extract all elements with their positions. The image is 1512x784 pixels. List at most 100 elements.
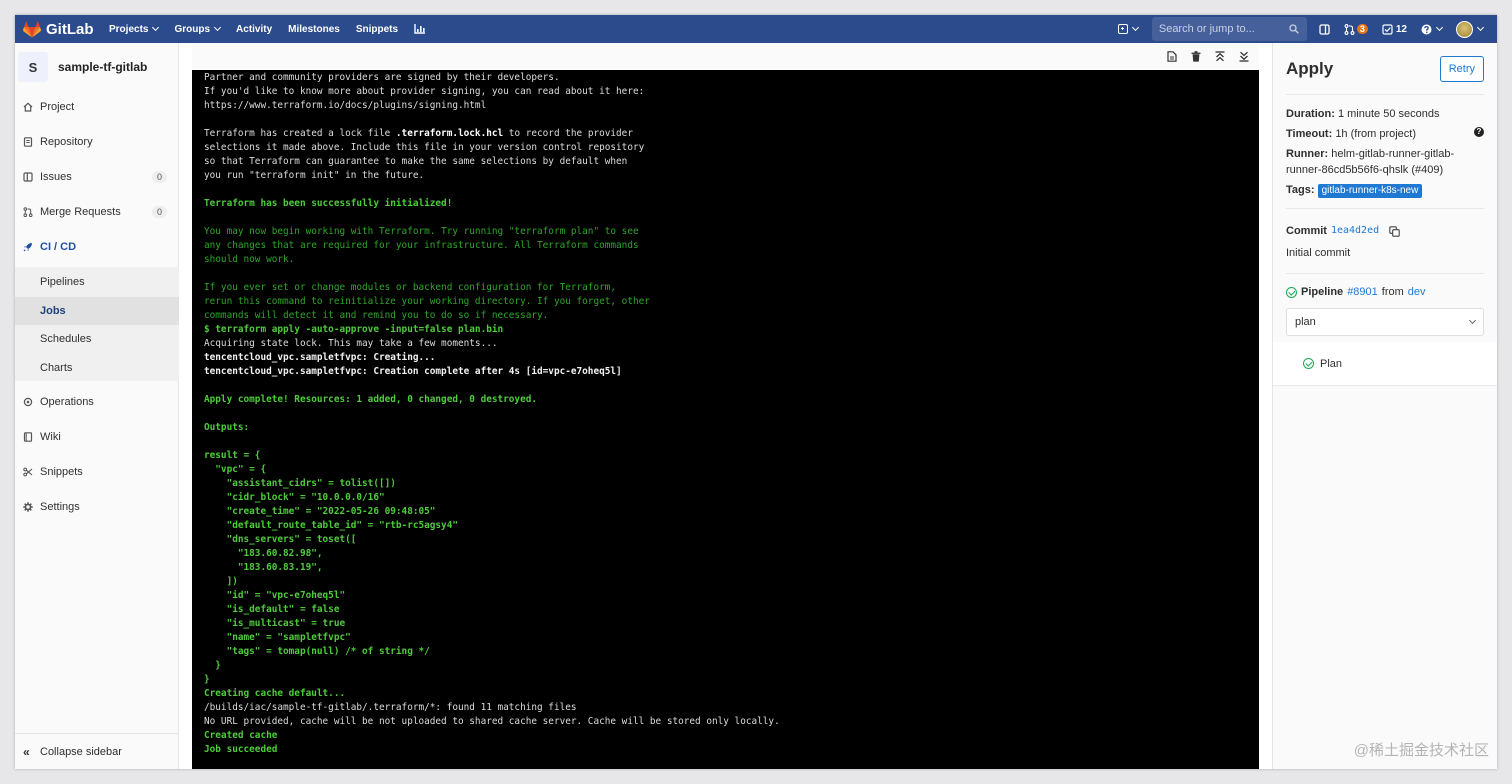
tags-label: Tags: [1286,184,1315,196]
question-circle-icon [1421,24,1432,34]
search-icon [1289,24,1299,34]
question-circle-icon[interactable]: ? [1474,127,1484,137]
branch-link[interactable]: dev [1408,286,1426,298]
nav-projects[interactable]: Projects [109,24,160,35]
log-line: "create_time" = "2022-05-26 09:48:05" [204,506,436,517]
sidebar-subitem-charts[interactable]: Charts [15,354,179,382]
collapse-sidebar-label: Collapse sidebar [40,745,122,758]
user-menu-button[interactable] [1456,20,1485,38]
sidebar-item-snippets[interactable]: Snippets [15,458,179,486]
sidebar-item-settings[interactable]: Settings [15,493,179,521]
log-line: "id" = "vpc-e7oheq5l" [204,590,346,601]
nav-groups[interactable]: Groups [174,24,222,35]
timeout-value: 1h (from project) [1335,128,1417,140]
log-line: Partner and community providers are sign… [204,72,560,83]
sidebar-item-merge-requests[interactable]: Merge Requests 0 [15,198,179,226]
log-line: "default_route_table_id" = "rtb-rc5agsy4… [204,520,458,531]
log-line: "is_multicast" = true [204,618,346,629]
file-icon [1167,51,1177,62]
search-input[interactable] [1158,23,1289,35]
sidebar-item-operations[interactable]: Operations [15,388,179,416]
job-log-output: Partner and community providers are sign… [192,70,1259,769]
pipeline-link[interactable]: #8901 [1347,286,1378,298]
nav-label: Milestones [288,23,340,35]
trash-icon [1191,51,1201,62]
merge-request-icon [23,207,33,217]
help-dropdown-button[interactable] [1421,23,1444,35]
pipeline-block: Pipeline #8901 from dev plan Plan [1273,274,1497,386]
nav-label: Activity [236,23,273,35]
sidebar-item-label: Merge Requests [40,206,121,218]
sidebar-item-issues[interactable]: Issues 0 [15,163,179,191]
sidebar-item-wiki[interactable]: Wiki [15,423,179,451]
home-icon [23,102,33,112]
log-line: You may now begin working with Terraform… [204,226,639,237]
pipeline-label: Pipeline [1301,286,1344,298]
sidebar-subitem-jobs[interactable]: Jobs [15,296,179,325]
cicd-submenu: Pipelines Jobs Schedules Charts [15,267,179,381]
sidebar-item-label: CI / CD [40,241,77,253]
log-line: https://www.terraform.io/docs/plugins/si… [204,100,487,111]
nav-snippets[interactable]: Snippets [356,24,398,35]
sidebar-item-label: Snippets [40,466,83,478]
brand-name: GitLab [46,20,94,38]
success-status-icon [1303,358,1314,369]
raw-log-button[interactable] [1165,50,1179,64]
todos-count: 12 [1395,23,1407,35]
nav-milestones[interactable]: Milestones [288,24,340,35]
log-line: No URL provided, cache will be not uploa… [204,716,780,727]
log-line: /builds/iac/sample-tf-gitlab/.terraform/… [204,702,577,713]
stage-selected-value: plan [1295,316,1316,328]
log-line: commands will detect it and remind you t… [204,310,549,321]
doc-icon [23,137,33,147]
scroll-to-bottom-button[interactable] [1237,50,1251,64]
stage-dropdown[interactable]: plan [1286,308,1484,336]
nav-activity-chart[interactable] [414,24,426,34]
nav-activity[interactable]: Activity [236,24,272,35]
sidebar-subitem-schedules[interactable]: Schedules [15,325,179,353]
duration-value: 1 minute 50 seconds [1337,108,1440,120]
scroll-up-icon [1215,51,1225,62]
project-name: sample-tf-gitlab [58,60,148,74]
log-line: Apply complete! Resources: 1 added, 0 ch… [204,394,538,405]
commit-block: Commit 1ea4d2ed Initial commit [1286,209,1484,274]
log-line: Acquiring state lock. This may take a fe… [204,338,498,349]
log-line: $ terraform apply -auto-approve -input=f… [204,324,504,335]
duration-label: Duration: [1286,108,1335,120]
erase-log-button[interactable] [1189,50,1203,64]
stage-job-item[interactable]: Plan [1273,342,1497,386]
merge-requests-button[interactable]: 3 [1344,23,1368,35]
merge-request-icon [1344,23,1355,35]
scroll-to-top-button[interactable] [1213,50,1227,64]
log-line: should now work. [204,254,295,265]
sidebar-item-repository[interactable]: Repository [15,128,179,156]
todos-button[interactable]: 12 [1382,24,1407,35]
log-line: "assistant_cidrs" = tolist([]) [204,478,396,489]
copy-icon[interactable] [1389,225,1400,237]
log-line: Creating cache default... [204,688,346,699]
scissors-icon [23,467,33,477]
log-line: "tags" = tomap(null) /* of string */ [204,646,430,657]
gitlab-logo[interactable]: GitLab [23,21,109,38]
retry-button[interactable]: Retry [1439,55,1484,82]
sidebar-toggle-button[interactable] [1319,23,1330,35]
panel-icon [1319,23,1330,35]
sidebar-subitem-pipelines[interactable]: Pipelines [15,268,179,296]
project-header[interactable]: S sample-tf-gitlab [15,43,178,91]
log-line: "cidr_block" = "10.0.0.0/16" [204,492,385,503]
runner-row: Runner: helm-gitlab-runner-gitlab-runner… [1286,146,1484,178]
sidebar-item-project[interactable]: Project [15,93,179,121]
search-box[interactable] [1151,17,1307,41]
log-line: selections it made above. Include this f… [204,142,645,153]
sidebar-item-ci-cd[interactable]: CI / CD [15,233,179,261]
plus-square-icon [1117,24,1128,34]
log-line: "vpc" = { [204,464,267,475]
merge-requests-count: 3 [1356,24,1368,34]
commit-label: Commit [1286,225,1327,237]
commit-sha-link[interactable]: 1ea4d2ed [1331,223,1379,239]
new-dropdown-button[interactable] [1117,23,1139,34]
collapse-sidebar-button[interactable]: « Collapse sidebar [15,733,179,769]
sidebar-item-label: Wiki [40,431,61,443]
sidebar-item-label: Settings [40,501,80,513]
